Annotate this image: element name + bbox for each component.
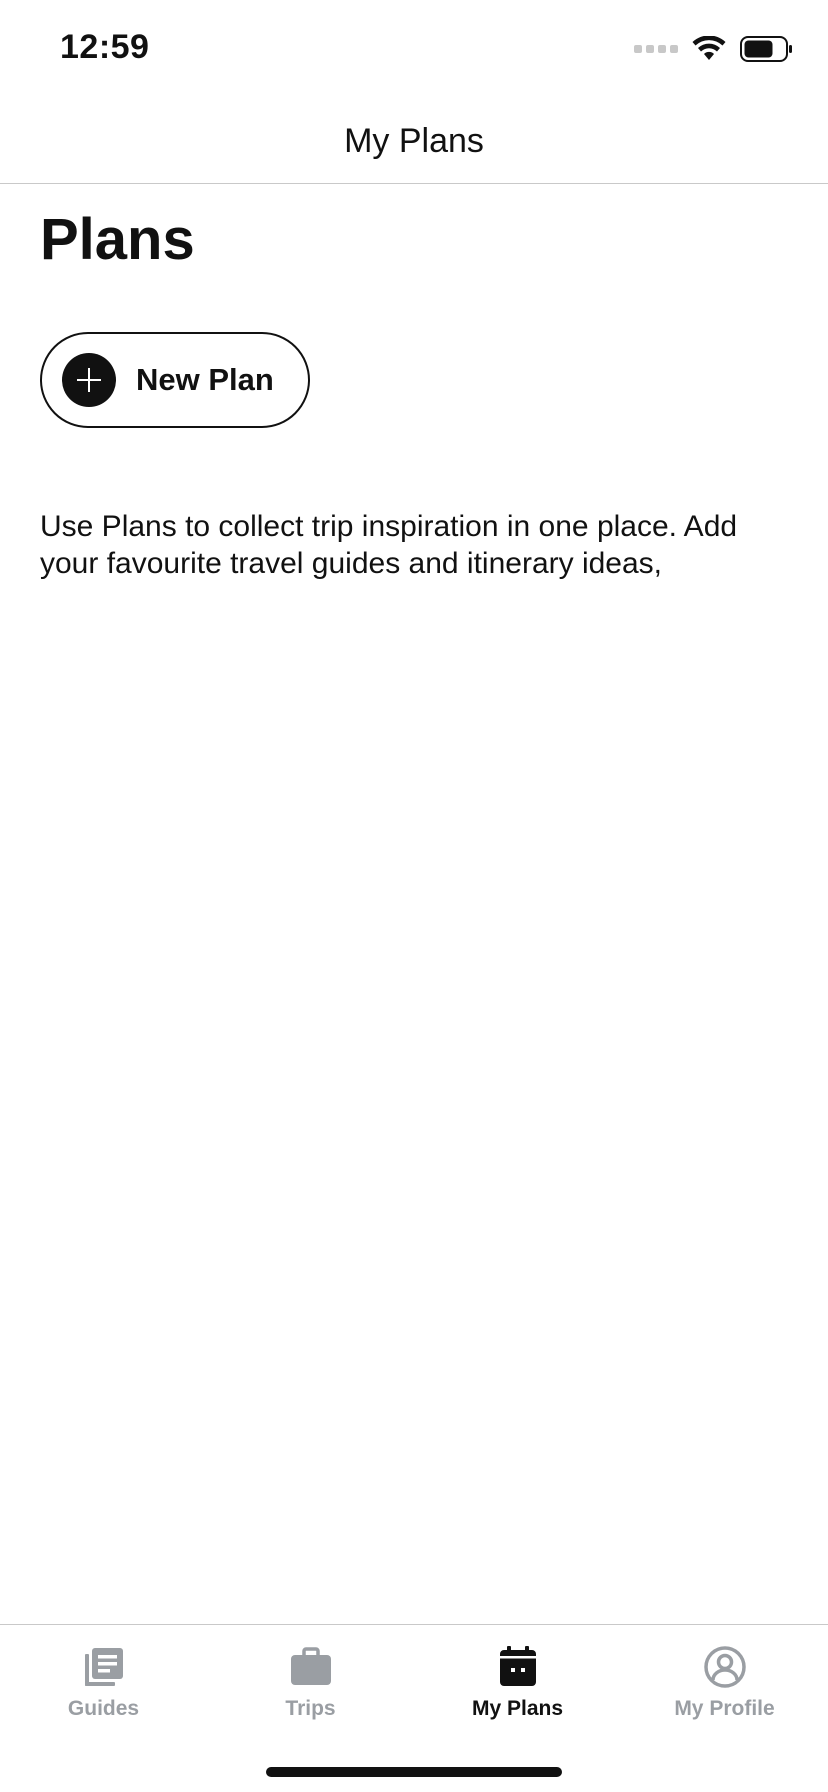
plus-icon — [62, 353, 116, 407]
profile-icon — [703, 1646, 746, 1688]
tab-label: Trips — [285, 1697, 336, 1720]
briefcase-icon — [290, 1647, 331, 1685]
tab-my-profile[interactable]: My Profile — [621, 1625, 828, 1745]
page-title: Plans — [40, 207, 195, 272]
plans-description: Use Plans to collect trip inspiration in… — [40, 510, 738, 580]
status-time: 12:59 — [60, 28, 150, 66]
status-icons — [634, 34, 794, 64]
nav-bar: My Plans — [0, 100, 828, 184]
nav-title: My Plans — [344, 122, 484, 160]
battery-icon — [740, 36, 792, 62]
screen: 12:59 My Plans Plans New Plan Use Plans … — [0, 0, 828, 1792]
new-plan-label: New Plan — [136, 362, 274, 397]
cellular-icon — [634, 45, 678, 53]
tab-my-plans[interactable]: My Plans — [414, 1625, 621, 1745]
tab-label: Guides — [67, 1697, 140, 1720]
home-indicator — [266, 1767, 562, 1777]
tab-guides[interactable]: Guides — [0, 1625, 207, 1745]
guides-icon — [84, 1648, 123, 1686]
new-plan-button[interactable]: New Plan — [40, 332, 310, 428]
tab-trips[interactable]: Trips — [207, 1625, 414, 1745]
calendar-icon — [499, 1646, 536, 1686]
wifi-icon — [692, 36, 726, 60]
tab-label: My Profile — [674, 1697, 775, 1720]
status-bar: 12:59 — [0, 0, 828, 100]
tab-label: My Plans — [471, 1697, 564, 1720]
